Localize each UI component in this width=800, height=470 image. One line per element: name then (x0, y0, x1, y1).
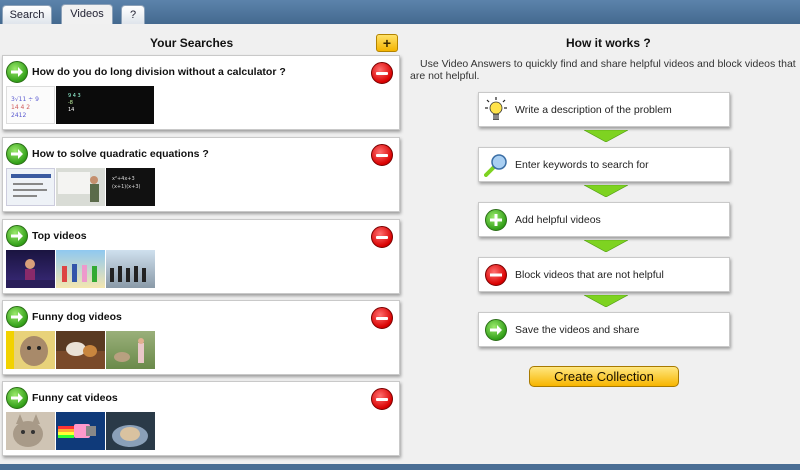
step-down-arrow-icon (584, 295, 628, 307)
video-thumbnail[interactable]: 9 4 3 -8 14 (56, 86, 154, 124)
step-label: Write a description of the problem (515, 104, 672, 116)
video-thumbnail[interactable] (56, 250, 105, 288)
video-thumbnail[interactable] (6, 412, 55, 450)
how-it-works-heading: How it works ? (566, 36, 651, 50)
step-label: Enter keywords to search for (515, 159, 649, 171)
svg-text:9 4 3: 9 4 3 (68, 93, 81, 99)
svg-text:2412: 2412 (11, 112, 26, 119)
step-card: Save the videos and share (478, 312, 730, 347)
search-title[interactable]: Top videos (32, 230, 87, 242)
intro-text: Use Video Answers to quickly find and sh… (410, 58, 796, 82)
tab-help[interactable]: ? (121, 5, 145, 25)
video-thumbnail[interactable] (56, 331, 105, 369)
step-card: Enter keywords to search for (478, 147, 730, 182)
svg-text:x²+4x+3: x²+4x+3 (112, 176, 135, 182)
tab-bar: Search Videos ? (0, 0, 800, 25)
remove-search-icon[interactable] (371, 388, 393, 410)
thumbnail-strip: 3√11 ÷ 9 14 4 2 2412 9 4 3 -8 14 (6, 86, 155, 124)
tab-search[interactable]: Search (2, 5, 52, 25)
search-card: How do you do long division without a ca… (2, 55, 400, 130)
go-arrow-icon[interactable] (6, 225, 28, 247)
tab-videos[interactable]: Videos (61, 4, 113, 25)
go-arrow-icon[interactable] (6, 387, 28, 409)
arrow-circle-icon (484, 318, 508, 342)
search-card: Top videos (2, 219, 400, 294)
svg-text:3√11 ÷ 9: 3√11 ÷ 9 (11, 96, 39, 103)
video-thumbnail[interactable] (56, 412, 105, 450)
magnifier-icon (484, 153, 508, 177)
svg-text:(x+1)(x+3): (x+1)(x+3) (112, 184, 141, 190)
go-arrow-icon[interactable] (6, 143, 28, 165)
step-down-arrow-icon (584, 130, 628, 142)
thumbnail-strip (6, 331, 156, 369)
thumbnail-strip (6, 412, 156, 450)
video-thumbnail[interactable] (56, 168, 105, 206)
search-title[interactable]: How do you do long division without a ca… (32, 66, 286, 78)
svg-text:-8: -8 (68, 100, 73, 106)
search-title[interactable]: How to solve quadratic equations ? (32, 148, 209, 160)
create-collection-button[interactable]: Create Collection (529, 366, 679, 387)
thumbnail-strip: x²+4x+3 (x+1)(x+3) (6, 168, 156, 206)
step-label: Save the videos and share (515, 324, 640, 336)
step-card: Write a description of the problem (478, 92, 730, 127)
remove-search-icon[interactable] (371, 62, 393, 84)
step-label: Add helpful videos (515, 214, 601, 226)
remove-search-icon[interactable] (371, 307, 393, 329)
plus-circle-icon (484, 208, 508, 232)
video-thumbnail[interactable] (106, 331, 155, 369)
step-label: Block videos that are not helpful (515, 269, 664, 281)
remove-search-icon[interactable] (371, 144, 393, 166)
search-card: Funny cat videos (2, 381, 400, 456)
add-search-button[interactable]: + (376, 34, 398, 52)
step-card: Block videos that are not helpful (478, 257, 730, 292)
remove-search-icon[interactable] (371, 226, 393, 248)
video-thumbnail[interactable]: 3√11 ÷ 9 14 4 2 2412 (6, 86, 55, 124)
thumbnail-strip (6, 250, 156, 288)
svg-text:14: 14 (68, 107, 74, 113)
video-thumbnail[interactable] (6, 331, 55, 369)
video-thumbnail[interactable] (106, 250, 155, 288)
bottom-bar (0, 464, 800, 470)
step-down-arrow-icon (584, 185, 628, 197)
video-thumbnail[interactable] (106, 412, 155, 450)
step-down-arrow-icon (584, 240, 628, 252)
lightbulb-icon (484, 97, 508, 122)
go-arrow-icon[interactable] (6, 306, 28, 328)
go-arrow-icon[interactable] (6, 61, 28, 83)
search-card: How to solve quadratic equations ? x²+4x… (2, 137, 400, 212)
search-title[interactable]: Funny cat videos (32, 392, 118, 404)
step-card: Add helpful videos (478, 202, 730, 237)
video-thumbnail[interactable] (6, 250, 55, 288)
your-searches-heading: Your Searches (150, 36, 234, 50)
minus-circle-icon (484, 263, 508, 287)
video-thumbnail[interactable] (6, 168, 55, 206)
main-surface: Your Searches + How do you do long divis… (0, 24, 800, 464)
svg-text:14 4 2: 14 4 2 (11, 104, 30, 111)
search-card: Funny dog videos (2, 300, 400, 375)
video-thumbnail[interactable]: x²+4x+3 (x+1)(x+3) (106, 168, 155, 206)
search-title[interactable]: Funny dog videos (32, 311, 122, 323)
